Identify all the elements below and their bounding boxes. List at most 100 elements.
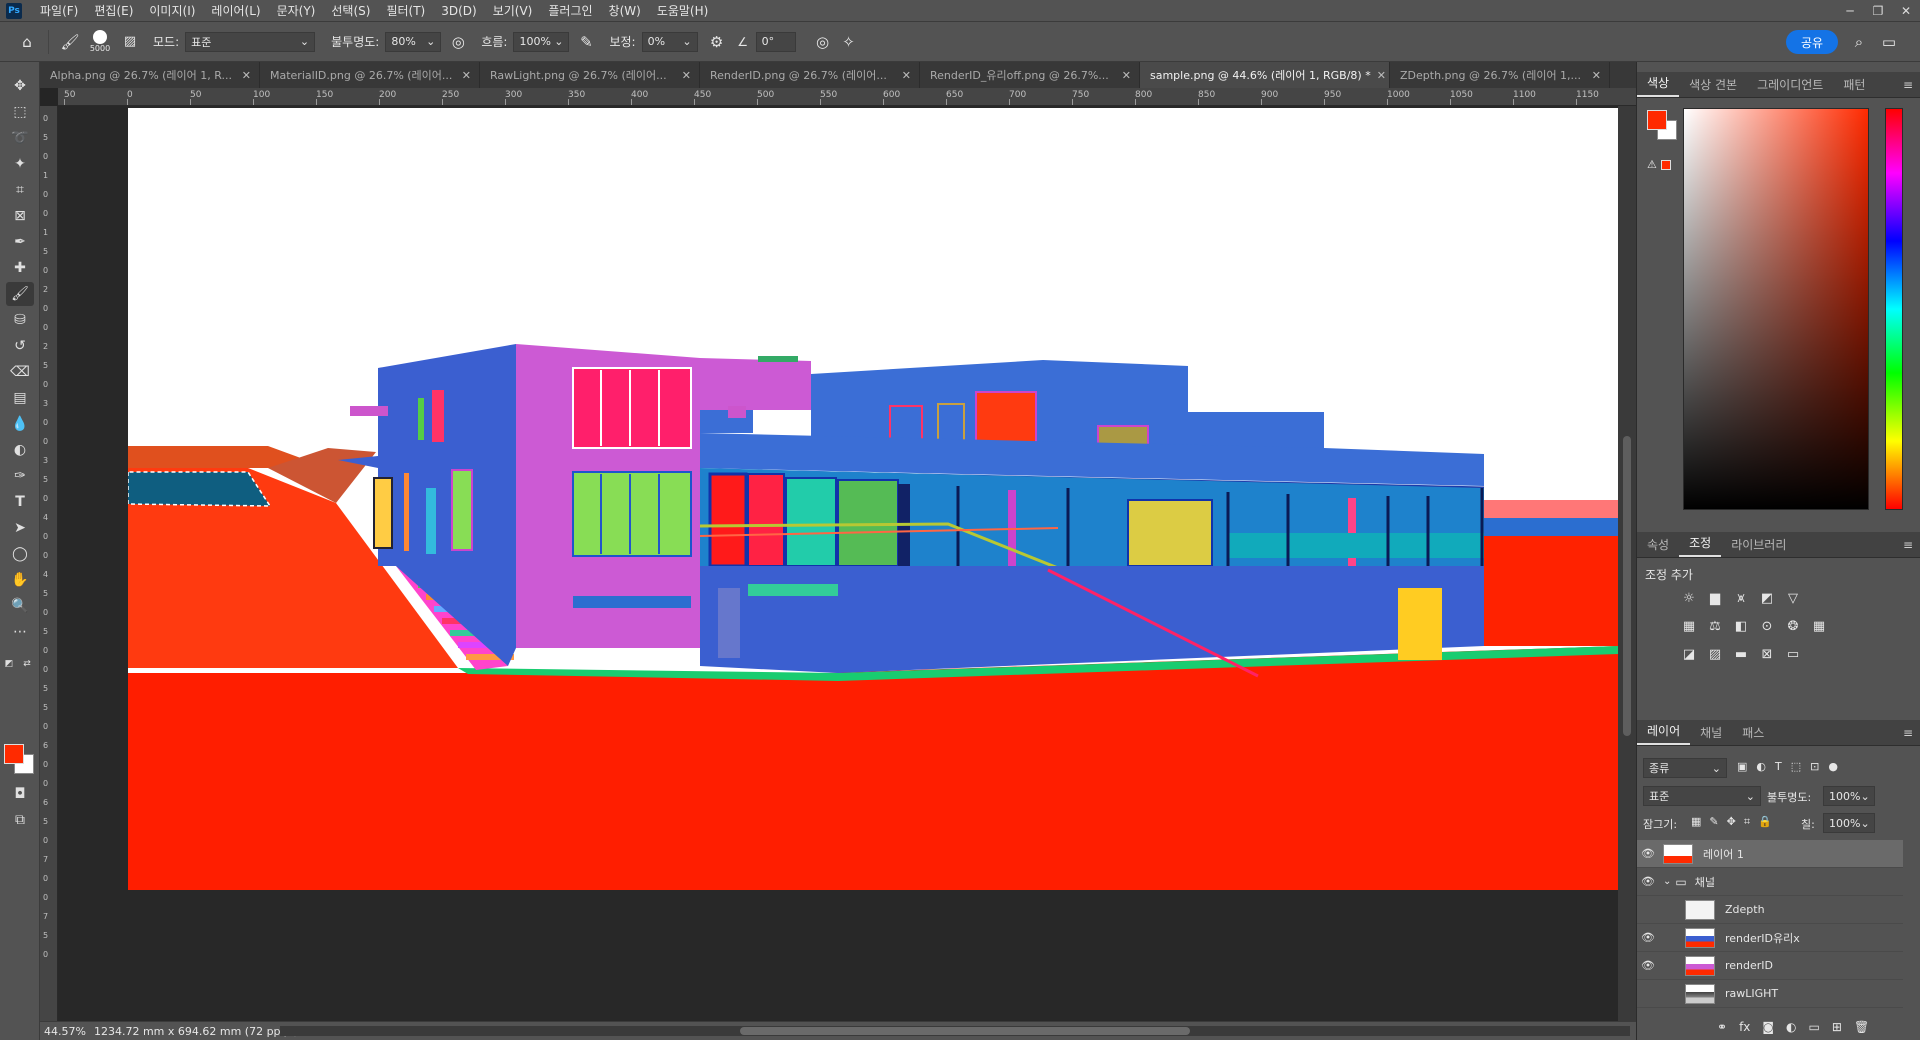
path-selection-tool-icon[interactable]: ➤ [6,516,34,540]
tab-alpha[interactable]: Alpha.png @ 26.7% (레이어 1, R... ✕ [40,62,260,88]
channel-mixer-icon[interactable]: ❂ [1781,616,1805,636]
color-balance-icon[interactable]: ⚖ [1703,616,1727,636]
flow-field[interactable]: 100% ⌄ [513,31,570,52]
menu-view[interactable]: 보기(V) [485,0,541,22]
pen-tool-icon[interactable]: ✑ [6,464,34,488]
panel-menu-icon[interactable]: ≡ [1903,726,1913,740]
selective-color-icon[interactable]: ⊠ [1755,644,1779,664]
panel-menu-icon[interactable]: ≡ [1903,78,1913,92]
crop-tool-icon[interactable]: ⌗ [6,178,34,202]
color-saturation-field[interactable] [1683,108,1869,510]
menu-window[interactable]: 창(W) [601,0,649,22]
lock-all-icon[interactable]: 🔒 [1758,815,1772,829]
levels-icon[interactable]: ▆ [1703,588,1727,608]
quick-mask-icon[interactable]: ◘ [6,782,34,806]
share-button[interactable]: 공유 [1786,30,1838,54]
workspace-icon[interactable]: ▭ [1876,29,1902,55]
swap-colors-icon[interactable]: ⇄ [20,652,34,676]
invert-icon[interactable]: ◪ [1677,644,1701,664]
menu-select[interactable]: 선택(S) [323,0,378,22]
curves-icon[interactable]: ⩙ [1729,588,1753,608]
tab-color[interactable]: 색상 [1637,71,1680,97]
fill-field[interactable]: 100% ⌄ [1823,813,1875,833]
type-tool-icon[interactable]: T [6,490,34,514]
tab-materialid[interactable]: MaterialID.png @ 26.7% (레이어... ✕ [260,62,480,88]
threshold-icon[interactable]: ▬ [1729,644,1753,664]
lock-pixels-icon[interactable]: ✎ [1709,815,1718,829]
gradient-tool-icon[interactable]: ▤ [6,386,34,410]
exposure-icon[interactable]: ◩ [1755,588,1779,608]
marquee-tool-icon[interactable]: ⬚ [6,100,34,124]
pressure-opacity-icon[interactable]: ◎ [445,29,471,55]
layer-row-rawlight[interactable]: rawLIGHT [1637,980,1903,1008]
move-tool-icon[interactable]: ✥ [6,74,34,98]
warning-icon[interactable]: ⚠ [1647,158,1657,171]
filter-adjustment-icon[interactable]: ◐ [1756,760,1766,773]
layer-row-renderid[interactable]: 👁 renderID [1637,952,1903,980]
vertical-scrollbar[interactable] [1618,106,1636,1021]
tab-layers[interactable]: 레이어 [1637,719,1691,745]
filter-smart-object-icon[interactable]: ⊡ [1810,760,1819,773]
tab-swatches[interactable]: 색상 견본 [1679,73,1747,97]
close-icon[interactable]: ✕ [462,69,471,82]
angle-field[interactable]: 0° [755,31,796,52]
layer-row-layer1[interactable]: 👁 레이어 1 [1637,840,1903,868]
opacity-field[interactable]: 80% ⌄ [385,31,442,52]
tab-patterns[interactable]: 패턴 [1833,73,1875,97]
pressure-size-icon[interactable]: ◎ [810,29,836,55]
eye-icon[interactable]: 👁 [1637,959,1659,972]
scroll-thumb[interactable] [740,1027,1190,1035]
symmetry-icon[interactable]: ✧ [836,29,862,55]
minimize-button[interactable]: ─ [1836,0,1864,22]
smoothing-field[interactable]: 0% ⌄ [641,31,698,52]
brush-settings-panel-icon[interactable]: ▨ [117,29,143,55]
dodge-tool-icon[interactable]: ◐ [6,438,34,462]
tab-gradients[interactable]: 그레이디언트 [1747,73,1833,97]
menu-type[interactable]: 문자(Y) [269,0,324,22]
menu-file[interactable]: 파일(F) [32,0,86,22]
blur-tool-icon[interactable]: 💧 [6,412,34,436]
tab-rawlight[interactable]: RawLight.png @ 26.7% (레이어... ✕ [480,62,700,88]
layer-row-zdepth[interactable]: Zdepth [1637,896,1903,924]
close-icon[interactable]: ✕ [902,69,911,82]
menu-image[interactable]: 이미지(I) [141,0,203,22]
close-icon[interactable]: ✕ [682,69,691,82]
menu-plugins[interactable]: 플러그인 [540,0,600,22]
menu-layer[interactable]: 레이어(L) [203,0,268,22]
foreground-color-swatch[interactable] [4,744,24,764]
menu-3d[interactable]: 3D(D) [433,0,484,22]
brightness-icon[interactable]: ☼ [1677,588,1701,608]
tab-libraries[interactable]: 라이브러리 [1721,533,1796,557]
filter-toggle-icon[interactable]: ● [1828,760,1838,773]
eyedropper-tool-icon[interactable]: ✒ [6,230,34,254]
tab-paths[interactable]: 패스 [1732,721,1774,745]
frame-tool-icon[interactable]: ⊠ [6,204,34,228]
new-group-icon[interactable]: ▭ [1809,1020,1820,1034]
history-brush-tool-icon[interactable]: ↺ [6,334,34,358]
eye-icon[interactable]: 👁 [1637,931,1659,944]
menu-edit[interactable]: 편집(E) [86,0,141,22]
color-lookup-icon[interactable]: ▦ [1807,616,1831,636]
tab-renderid-glass-off[interactable]: RenderID_유리off.png @ 26.7%... ✕ [920,62,1140,88]
scroll-thumb[interactable] [1623,436,1631,736]
photo-filter-icon[interactable]: ⊙ [1755,616,1779,636]
layer-opacity-field[interactable]: 100% ⌄ [1823,786,1875,806]
airbrush-icon[interactable]: ✎ [573,29,599,55]
eye-icon[interactable]: 👁 [1637,875,1659,888]
filter-pixel-icon[interactable]: ▣ [1737,760,1747,773]
magic-wand-tool-icon[interactable]: ✦ [6,152,34,176]
hue-saturation-icon[interactable]: ▦ [1677,616,1701,636]
clone-stamp-tool-icon[interactable]: ⛁ [6,308,34,332]
more-tools-icon[interactable]: ⋯ [6,620,34,644]
close-icon[interactable]: ✕ [1377,69,1386,82]
zoom-tool-icon[interactable]: 🔍 [6,594,34,618]
link-layers-icon[interactable]: ⚭ [1717,1020,1727,1034]
hue-slider[interactable] [1885,108,1903,510]
lock-artboard-icon[interactable]: ⌗ [1744,815,1750,829]
search-icon[interactable]: ⌕ [1846,29,1872,55]
tab-properties[interactable]: 속성 [1637,533,1679,557]
vibrance-icon[interactable]: ▽ [1781,588,1805,608]
layer-filter-select[interactable]: 종류 ⌄ [1643,758,1727,778]
gradient-map-icon[interactable]: ▭ [1781,644,1805,664]
brush-size-preview[interactable]: 5000 [83,30,117,53]
